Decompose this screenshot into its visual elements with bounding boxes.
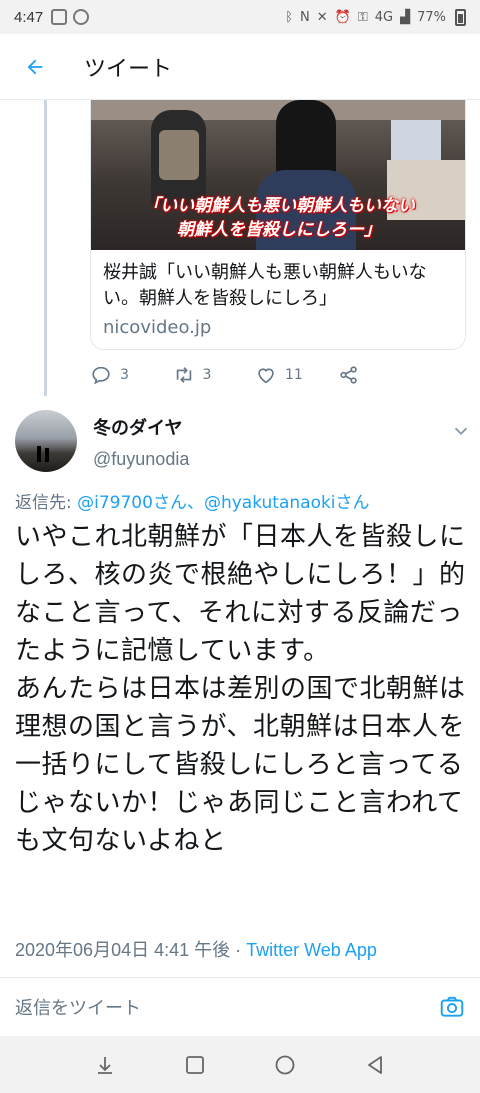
reply-count: 3 — [120, 367, 129, 383]
caption-line-2: 朝鮮人を皆殺しにしろー」 — [177, 220, 381, 240]
thread-connector — [44, 100, 47, 396]
card-thumbnail: 「いい朝鮮人も悪い朝鮮人もいない 朝鮮人を皆殺しにしろー」 — [91, 100, 465, 250]
retweet-action[interactable]: 3 — [173, 364, 256, 386]
status-bar: 4:47 ᛒ N ✕ ⏰ ⚿ 4G ▟ 77% — [0, 0, 480, 34]
retweet-icon — [176, 367, 191, 383]
chevron-down-icon[interactable] — [450, 420, 472, 442]
thumbnail-caption: 「いい朝鮮人も悪い朝鮮人もいない 朝鮮人を皆殺しにしろー」 — [91, 194, 465, 242]
tweet-text: いやこれ北朝鮮が「日本人を皆殺しにしろ、核の炎で根絶やしにしろ！」的なこと言って… — [15, 522, 466, 856]
nav-home-icon[interactable] — [273, 1053, 297, 1077]
nav-back-icon[interactable] — [363, 1053, 387, 1077]
avatar[interactable] — [15, 410, 77, 472]
page-title: ツイート — [84, 56, 173, 82]
app-header: ツイート — [0, 34, 480, 100]
share-action[interactable] — [338, 364, 421, 386]
share-icon — [339, 366, 357, 384]
reply-icon — [92, 366, 110, 385]
network-type: 4G — [374, 9, 394, 25]
dnd-icon — [73, 9, 90, 25]
signal-icon: ▟ — [400, 9, 411, 25]
tweet-timestamp: 2020年06月04日 4:41 午後 — [15, 940, 231, 960]
reply-input-placeholder[interactable]: 返信をツイート — [15, 994, 141, 1020]
system-nav-bar — [0, 1036, 480, 1093]
link-preview-card[interactable]: 「いい朝鮮人も悪い朝鮮人もいない 朝鮮人を皆殺しにしろー」 桜井誠「いい朝鮮人も… — [90, 100, 466, 350]
notification-icon — [51, 9, 68, 25]
alarm-icon: ⏰ — [334, 9, 351, 25]
nfc-icon: N — [300, 9, 310, 25]
reply-composer[interactable]: 返信をツイート — [0, 978, 480, 1036]
nav-recents-down-icon[interactable] — [93, 1053, 117, 1077]
card-domain: nicovideo.jp — [103, 317, 212, 338]
like-action[interactable]: 11 — [255, 364, 338, 386]
mute-icon: ✕ — [316, 9, 328, 25]
back-arrow-icon — [27, 59, 43, 74]
meta-separator: · — [230, 940, 247, 960]
status-time: 4:47 — [14, 8, 44, 26]
battery-icon — [455, 8, 466, 26]
reply-action[interactable]: 3 — [90, 364, 173, 386]
camera-icon[interactable] — [439, 994, 465, 1020]
nav-overview-icon[interactable] — [183, 1053, 207, 1077]
reply-to-line: 返信先: @i79700さん、@hyakutanaokiさん — [15, 488, 370, 513]
back-button[interactable] — [0, 34, 70, 100]
heart-icon — [258, 368, 274, 384]
like-count: 11 — [285, 367, 303, 383]
battery-percent: 77% — [417, 9, 446, 25]
caption-line-1: 「いい朝鮮人も悪い朝鮮人もいない — [143, 196, 415, 216]
retweet-count: 3 — [202, 367, 212, 383]
reply-to-label: 返信先: — [15, 493, 78, 513]
key-icon: ⚿ — [357, 9, 368, 25]
bluetooth-icon: ᛒ — [285, 9, 293, 25]
card-title: 桜井誠「いい朝鮮人も悪い朝鮮人もいない。朝鮮人を皆殺しにしろ」 — [103, 262, 427, 309]
user-handle[interactable]: @fuyunodia — [93, 449, 189, 470]
tweet-meta: 2020年06月04日 4:41 午後 · Twitter Web App — [15, 936, 377, 962]
reply-to-mentions[interactable]: @i79700さん、@hyakutanaokiさん — [77, 493, 369, 513]
parent-tweet-actions: 3 3 11 — [90, 360, 420, 390]
tweet-source-link[interactable]: Twitter Web App — [246, 940, 377, 960]
display-name[interactable]: 冬のダイヤ — [93, 414, 182, 440]
